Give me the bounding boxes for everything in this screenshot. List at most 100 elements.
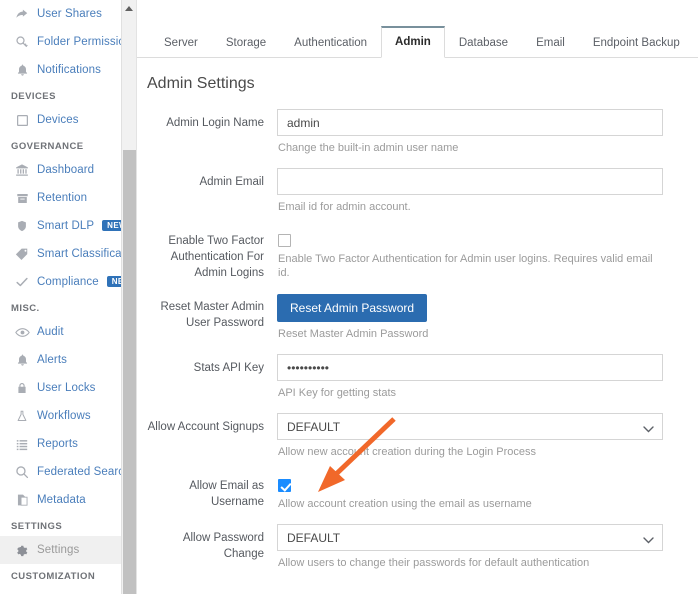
field-row-admin-email: Admin Email Email id for admin account. [147,168,698,227]
admin-email-input[interactable] [277,168,663,195]
eye-icon [13,326,31,339]
field-row-two-factor: Enable Two Factor Authentication For Adm… [147,227,698,293]
stats-api-key-help: API Key for getting stats [278,387,397,399]
sidebar-item-label: User Shares [37,8,103,20]
admin-email-label: Admin Email [199,176,264,188]
tab-admin[interactable]: Admin [381,26,445,58]
tab-endpoint-backup[interactable]: Endpoint Backup [579,28,694,58]
allow-account-signups-select[interactable]: DEFAULT [277,413,663,440]
sidebar-item-label: Retention [37,192,88,204]
sidebar-item-metadata[interactable]: Metadata [0,486,136,514]
admin-settings-panel: Admin Settings Admin Login Name Change t… [137,58,698,583]
admin-login-name-help: Change the built-in admin user name [278,142,459,154]
bell-icon [13,353,31,367]
allow-password-change-help: Allow users to change their passwords fo… [278,557,590,569]
tab-database[interactable]: Database [445,28,522,58]
allow-email-as-username-label: Allow Email as Username [189,480,264,508]
two-factor-checkbox[interactable] [278,234,291,247]
file-icon [13,493,31,507]
sidebar-item-smart-classification[interactable]: Smart Classification [0,240,136,268]
sidebar-scrollbar[interactable] [121,0,136,594]
shield-icon [13,219,31,233]
tag-icon [13,247,31,261]
allow-password-change-label: Allow Password Change [182,532,264,560]
sidebar-item-label: Reports [37,438,78,450]
square-device-icon [13,114,31,127]
admin-login-name-input[interactable] [277,109,663,136]
settings-tabs: Server Storage Authentication Admin Database… [137,22,698,58]
sidebar-item-user-locks[interactable]: User Locks [0,374,136,402]
sidebar-section-devices: DEVICES [11,91,56,102]
search-icon [13,465,31,479]
key-icon [13,35,31,49]
sidebar-section-misc: MISC. [11,303,40,314]
admin-email-help: Email id for admin account. [278,201,411,213]
tab-server[interactable]: Server [150,28,212,58]
field-row-allow-email-as-username: Allow Email as Username Allow account cr… [147,472,698,524]
sidebar-item-devices[interactable]: Devices [0,106,136,134]
sidebar-item-label: Alerts [37,354,67,366]
gear-icon [13,543,31,557]
flask-icon [13,409,31,423]
sidebar-item-folder-permissions[interactable]: Folder Permissions [0,28,136,56]
tab-license[interactable]: License [694,28,698,58]
sidebar-item-audit[interactable]: Audit [0,318,136,346]
allow-account-signups-help: Allow new account creation during the Lo… [278,446,537,458]
reset-admin-password-button[interactable]: Reset Admin Password [277,294,428,322]
sidebar-item-customization[interactable]: Customization [0,586,136,594]
main-content: Server Storage Authentication Admin Database… [137,0,698,594]
two-factor-help: Enable Two Factor Authentication for Adm… [278,253,653,279]
sidebar-item-label: Dashboard [37,164,95,176]
tab-email[interactable]: Email [522,28,579,58]
sidebar-item-label: Settings [37,544,80,556]
reset-password-help: Reset Master Admin Password [278,328,429,340]
allow-account-signups-label: Allow Account Signups [147,421,264,433]
sidebar-item-reports[interactable]: Reports [0,430,136,458]
sidebar-item-label: Federated Search [37,466,131,478]
allow-password-change-select[interactable]: DEFAULT [277,524,663,551]
field-row-reset-password: Reset Master Admin User Password Reset A… [147,293,698,354]
stats-api-key-input[interactable] [277,354,663,381]
sidebar-item-label: Audit [37,326,64,338]
sidebar-section-settings: SETTINGS [11,521,63,532]
archive-box-icon [13,192,31,205]
scroll-up-button[interactable] [122,0,136,17]
field-row-stats-api-key: Stats API Key API Key for getting stats [147,354,698,413]
bank-icon [13,163,31,177]
sidebar-item-compliance[interactable]: ComplianceNEW [0,268,136,296]
check-icon [13,275,31,289]
sidebar-item-label: Metadata [37,494,86,506]
chevron-up-icon [125,6,133,11]
sidebar-item-smart-dlp[interactable]: Smart DLP NEW [0,212,136,240]
sidebar-item-notifications[interactable]: Notifications [0,56,136,84]
sidebar-item-label: Workflows [37,410,91,422]
sidebar-item-workflows[interactable]: Workflows [0,402,136,430]
sidebar-item-dashboard[interactable]: Dashboard [0,156,136,184]
sidebar-item-federated-search[interactable]: Federated Search [0,458,136,486]
list-icon [13,438,31,451]
settings-page: User Shares Folder Permissions Notificatio… [0,0,698,594]
allow-email-as-username-checkbox[interactable] [278,479,291,492]
sidebar: User Shares Folder Permissions Notificatio… [0,0,137,594]
sidebar-item-label: Compliance [37,276,99,288]
sidebar-item-label: Notifications [37,64,101,76]
sidebar-item-label: User Locks [37,382,96,394]
bell-icon [13,63,31,77]
tab-authentication[interactable]: Authentication [280,28,381,58]
share-arrow-icon [13,7,31,21]
sidebar-item-label: Smart DLP [37,220,95,232]
reset-password-label: Reset Master Admin User Password [160,301,264,329]
sidebar-item-settings[interactable]: Settings [0,536,136,564]
field-row-allow-password-change: Allow Password Change DEFAULT Allow user… [147,524,698,583]
scrollbar-thumb[interactable] [123,150,136,594]
sidebar-item-alerts[interactable]: Alerts [0,346,136,374]
field-row-admin-login-name: Admin Login Name Change the built-in adm… [147,109,698,168]
sidebar-item-user-shares[interactable]: User Shares [0,0,136,28]
tab-storage[interactable]: Storage [212,28,280,58]
admin-login-name-label: Admin Login Name [166,117,264,129]
stats-api-key-label: Stats API Key [193,362,264,374]
sidebar-section-governance: GOVERNANCE [11,141,84,152]
sidebar-item-label: Devices [37,114,79,126]
page-title: Admin Settings [147,75,255,92]
sidebar-item-retention[interactable]: Retention [0,184,136,212]
